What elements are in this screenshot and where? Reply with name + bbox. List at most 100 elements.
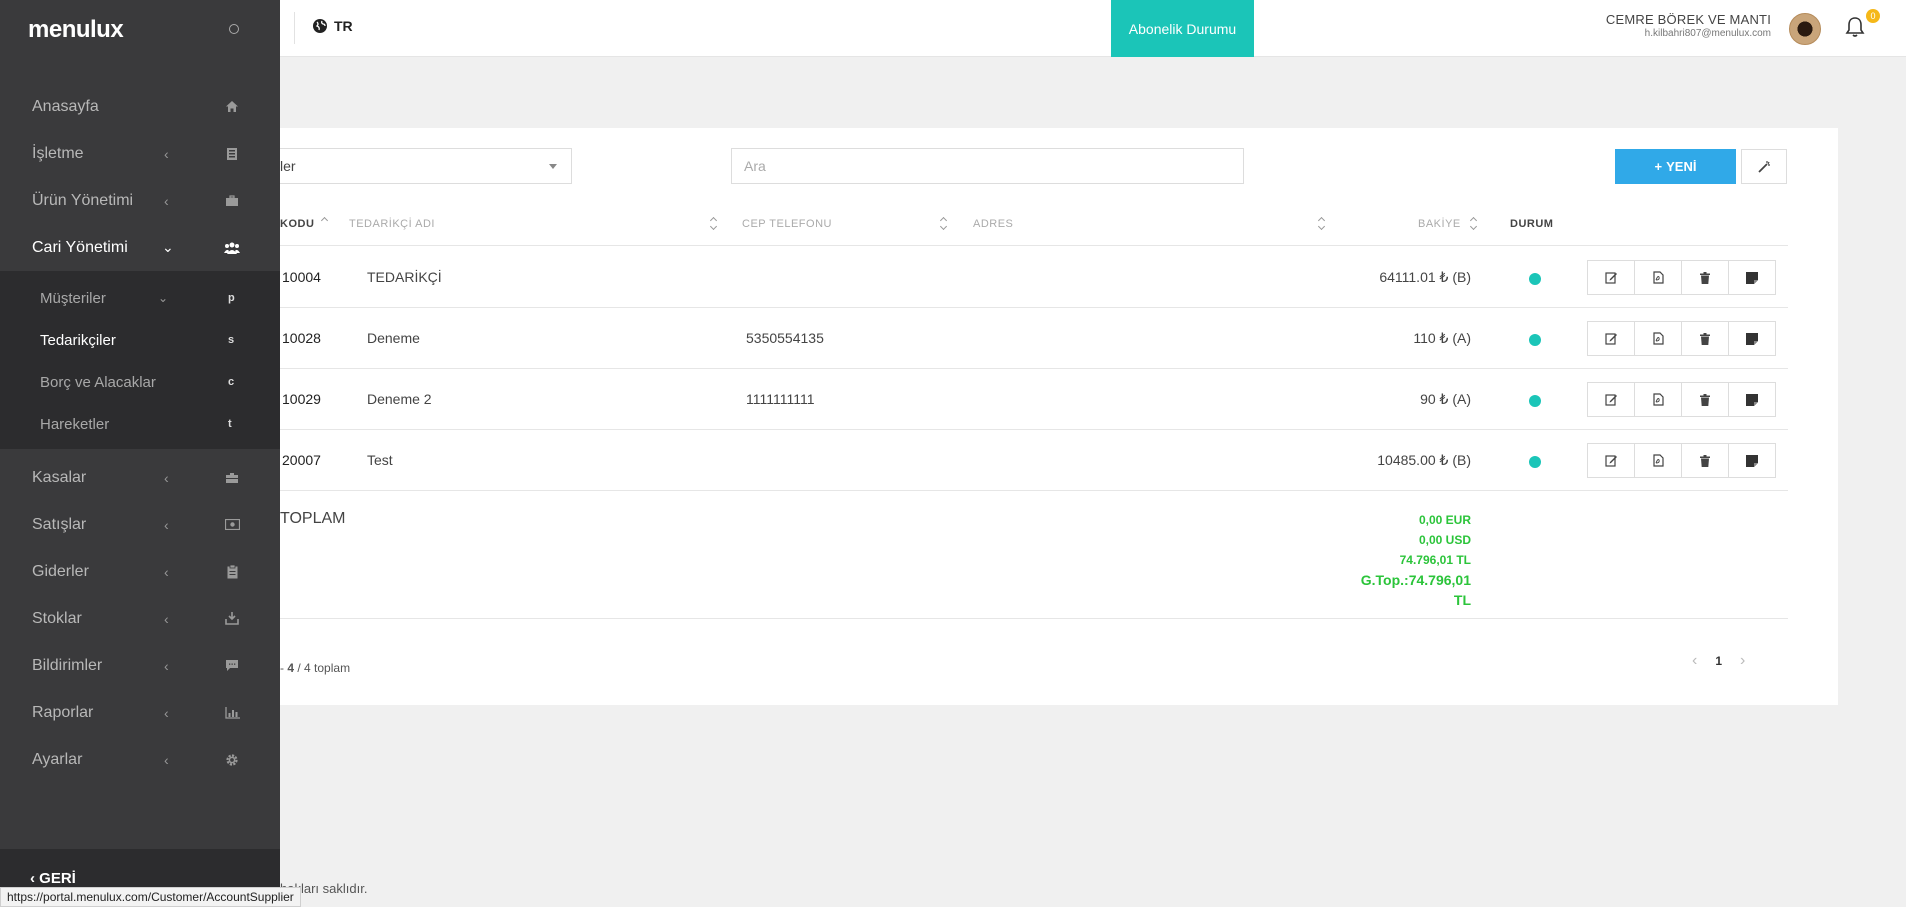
page-number[interactable]: 1	[1715, 654, 1722, 668]
cell-tel: 5350554135	[746, 330, 824, 346]
note-button[interactable]	[1728, 443, 1776, 478]
delete-button[interactable]	[1681, 260, 1729, 295]
sidebar: menulux Anasayfa İşletme ‹ Ürün Yönetimi…	[0, 0, 280, 907]
note-button[interactable]	[1728, 382, 1776, 417]
chevron-down-icon: ⌄	[158, 291, 169, 305]
edit-icon	[1604, 272, 1617, 284]
sidebar-item-stoklar[interactable]: Stoklar ‹	[0, 595, 280, 642]
browser-status-url: https://portal.menulux.com/Customer/Acco…	[0, 887, 301, 907]
sidebar-menu-lower: Kasalar ‹ Satışlar ‹ Giderler ‹ Stoklar …	[0, 454, 280, 783]
sidebar-item-label: Cari Yönetimi	[32, 238, 128, 256]
new-supplier-button[interactable]: + YENİ	[1615, 149, 1736, 184]
bell-icon[interactable]	[1845, 16, 1865, 38]
clipboard-icon	[224, 564, 240, 580]
table-row[interactable]: 20007 Test 10485.00 ₺ (B)	[280, 430, 1788, 491]
sort-icon[interactable]	[940, 216, 948, 230]
sidebar-item-isletme[interactable]: İşletme ‹	[0, 130, 280, 177]
column-kodu[interactable]: KODU	[280, 218, 314, 230]
sidebar-subitem-tedarikciler[interactable]: Tedarikçiler s	[0, 319, 280, 361]
sidebar-menu: Anasayfa İşletme ‹ Ürün Yönetimi ‹ Cari …	[0, 83, 280, 271]
next-page-icon[interactable]: ›	[1740, 652, 1745, 670]
message-icon	[224, 658, 240, 674]
sidebar-item-kasalar[interactable]: Kasalar ‹	[0, 454, 280, 501]
total-usd: 0,00 USD	[1418, 533, 1471, 547]
pdf-icon	[1652, 271, 1664, 284]
cell-ad: Deneme 2	[367, 391, 432, 407]
pagination-info: - 4 / 4 toplam	[280, 661, 351, 675]
brand-logo[interactable]: menulux	[28, 16, 124, 44]
cell-kod: 20007	[282, 452, 321, 468]
pdf-icon	[1652, 332, 1664, 345]
cell-ad: TEDARİKÇİ	[367, 269, 442, 285]
users-icon	[224, 240, 240, 256]
column-bakiye[interactable]: BAKİYE	[1418, 218, 1461, 230]
cell-bakiye: 10485.00 ₺ (B)	[1377, 452, 1471, 468]
search-input[interactable]	[731, 148, 1244, 184]
pdf-button[interactable]	[1634, 260, 1682, 295]
note-button[interactable]	[1728, 321, 1776, 356]
magic-wand-button[interactable]	[1741, 149, 1787, 184]
sidebar-subitem-musteriler[interactable]: Müşteriler ⌄ p	[0, 277, 280, 319]
avatar[interactable]	[1789, 13, 1821, 45]
sidebar-item-cari-yonetimi[interactable]: Cari Yönetimi ⌄	[0, 224, 280, 271]
edit-button[interactable]	[1587, 382, 1635, 417]
bar-chart-icon	[224, 705, 240, 721]
table-row[interactable]: 10028 Deneme 5350554135 110 ₺ (A)	[280, 308, 1788, 369]
delete-button[interactable]	[1681, 321, 1729, 356]
edit-icon	[1604, 455, 1617, 467]
table-row[interactable]: 10004 TEDARİKÇİ 64111.01 ₺ (B)	[280, 247, 1788, 308]
chevron-down-icon: ⌄	[162, 239, 174, 255]
brand-bar: menulux	[0, 0, 280, 57]
cell-tel: 1111111111	[746, 391, 815, 407]
cell-bakiye: 90 ₺ (A)	[1420, 391, 1471, 407]
sidebar-item-urun-yonetimi[interactable]: Ürün Yönetimi ‹	[0, 177, 280, 224]
briefcase-icon	[224, 193, 240, 209]
chevron-left-icon: ‹	[164, 516, 169, 533]
prev-page-icon[interactable]: ‹	[1692, 652, 1697, 670]
pdf-button[interactable]	[1634, 382, 1682, 417]
pdf-button[interactable]	[1634, 443, 1682, 478]
row-actions	[1587, 382, 1776, 417]
filter-select-value: ler	[280, 158, 296, 174]
column-durum: DURUM	[1510, 218, 1554, 230]
filter-select[interactable]: ler	[280, 148, 572, 184]
table-header: KODU TEDARİKÇİ ADI CEP TELEFONU ADRES BA…	[280, 202, 1788, 246]
delete-button[interactable]	[1681, 443, 1729, 478]
edit-button[interactable]	[1587, 321, 1635, 356]
chevron-left-icon: ‹	[164, 657, 169, 674]
status-dot	[1529, 456, 1541, 468]
sort-icon[interactable]	[1318, 216, 1326, 230]
user-email: h.kilbahri807@menulux.com	[1644, 28, 1771, 39]
column-tedarikci-adi[interactable]: TEDARİKÇİ ADI	[349, 218, 435, 230]
caret-down-icon	[549, 164, 557, 169]
table-row[interactable]: 10029 Deneme 2 1111111111 90 ₺ (A)	[280, 369, 1788, 430]
edit-button[interactable]	[1587, 260, 1635, 295]
sidebar-item-ayarlar[interactable]: Ayarlar ‹	[0, 736, 280, 783]
column-adres[interactable]: ADRES	[973, 218, 1013, 230]
sort-icon[interactable]	[710, 216, 718, 230]
sidebar-item-bildirimler[interactable]: Bildirimler ‹	[0, 642, 280, 689]
sidebar-subitem-borc-alacak[interactable]: Borç ve Alacaklar c	[0, 361, 280, 403]
pdf-button[interactable]	[1634, 321, 1682, 356]
note-button[interactable]	[1728, 260, 1776, 295]
sticky-note-icon	[1746, 454, 1758, 467]
total-eur: 0,00 EUR	[1418, 513, 1471, 527]
edit-button[interactable]	[1587, 443, 1635, 478]
sidebar-item-giderler[interactable]: Giderler ‹	[0, 548, 280, 595]
sidebar-subitem-hareketler[interactable]: Hareketler t	[0, 403, 280, 445]
column-cep-telefonu[interactable]: CEP TELEFONU	[742, 218, 832, 230]
cell-kod: 10028	[282, 330, 321, 346]
sticky-note-icon	[1746, 393, 1758, 406]
edit-icon	[1604, 333, 1617, 345]
sidebar-item-satislar[interactable]: Satışlar ‹	[0, 501, 280, 548]
subscription-status-button[interactable]: Abonelik Durumu	[1111, 0, 1254, 57]
user-info[interactable]: CEMRE BÖREK VE MANTI h.kilbahri807@menul…	[1606, 12, 1771, 39]
sidebar-item-anasayfa[interactable]: Anasayfa	[0, 83, 280, 130]
money-icon	[224, 517, 240, 533]
language-switcher[interactable]: TR	[294, 12, 353, 44]
sidebar-item-raporlar[interactable]: Raporlar ‹	[0, 689, 280, 736]
sort-asc-icon[interactable]	[321, 216, 329, 230]
sidebar-toggle-icon[interactable]	[229, 24, 239, 34]
sort-icon[interactable]	[1470, 216, 1478, 230]
delete-button[interactable]	[1681, 382, 1729, 417]
